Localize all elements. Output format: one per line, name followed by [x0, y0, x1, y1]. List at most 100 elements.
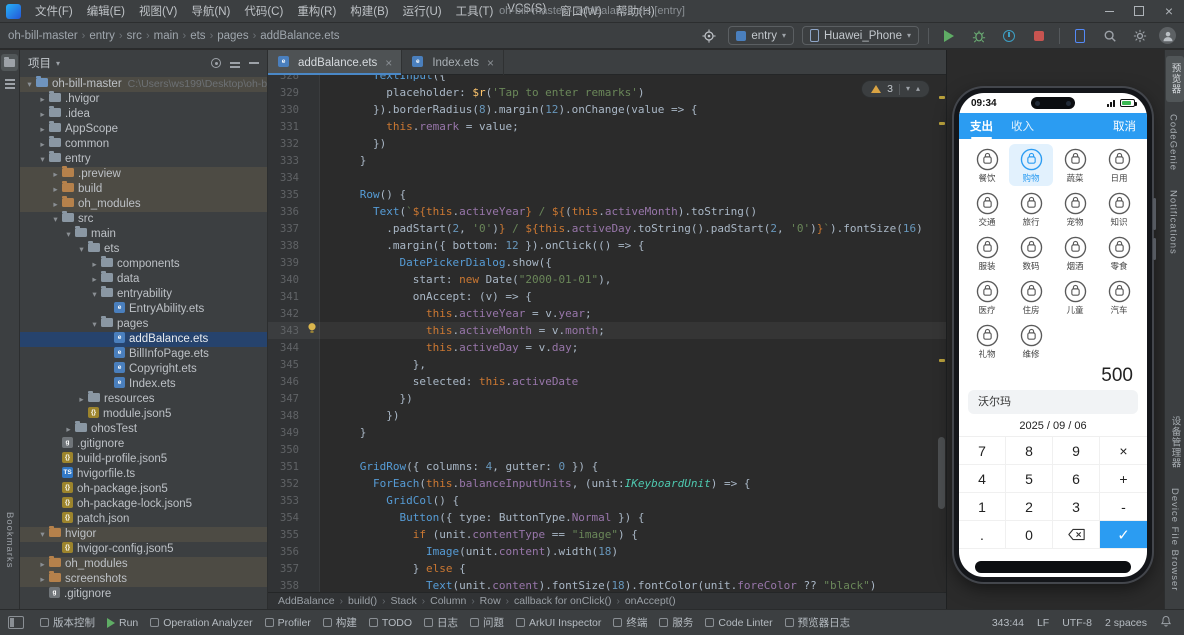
- tree-item[interactable]: e Index.ets: [20, 377, 267, 392]
- category-item[interactable]: 知识: [1097, 188, 1141, 230]
- tree-chevron-icon[interactable]: ▸: [50, 167, 61, 182]
- editor-tab[interactable]: e addBalance.ets ×: [268, 50, 403, 75]
- code-line[interactable]: 357 } else {: [268, 560, 946, 577]
- category-item[interactable]: 汽车: [1097, 276, 1141, 318]
- tree-item[interactable]: e addBalance.ets: [20, 332, 267, 347]
- keypad-key-3[interactable]: 3: [1053, 493, 1100, 521]
- code-line[interactable]: 344 this.activeDay = v.day;: [268, 339, 946, 356]
- category-item[interactable]: 礼物: [965, 320, 1009, 362]
- tool-window-button[interactable]: 构建: [317, 610, 363, 635]
- right-tool-tab[interactable]: Device File Browser: [1167, 481, 1182, 598]
- menu-item[interactable]: 视图(V): [132, 1, 184, 21]
- tool-window-button[interactable]: 日志: [418, 610, 464, 635]
- category-item[interactable]: 维修: [1009, 320, 1053, 362]
- tool-window-button[interactable]: Operation Analyzer: [144, 610, 258, 635]
- tree-item[interactable]: ▸ resources: [20, 391, 267, 407]
- breadcrumb-item[interactable]: oh-bill-master: [8, 30, 78, 42]
- tree-chevron-icon[interactable]: ▾: [24, 77, 35, 92]
- tree-chevron-icon[interactable]: ▸: [50, 182, 61, 197]
- keypad-key-5[interactable]: 5: [1006, 465, 1053, 493]
- code-line[interactable]: 329 placeholder: $r('Tap to enter remark…: [268, 84, 946, 101]
- bookmarks-tab[interactable]: Bookmarks: [4, 512, 15, 569]
- right-tool-tab[interactable]: Notifications: [1166, 183, 1181, 262]
- device-selector[interactable]: Huawei_Phone ▾: [801, 26, 919, 45]
- code-line[interactable]: 341 onAccept: (v) => {: [268, 288, 946, 305]
- tree-item[interactable]: e Copyright.ets: [20, 362, 267, 377]
- code-line[interactable]: 328 TextInput({: [268, 75, 946, 84]
- tree-item[interactable]: {} oh-package.json5: [20, 482, 267, 497]
- menu-item[interactable]: 重构(R): [290, 1, 343, 21]
- tree-item[interactable]: ▾ oh-bill-master C:\Users\ws199\Desktop\oh…: [20, 76, 267, 92]
- next-problem-icon[interactable]: ▾: [906, 85, 910, 93]
- tree-item[interactable]: ▾ pages: [20, 316, 267, 332]
- code-breadcrumb-item[interactable]: onAccept(): [625, 595, 676, 607]
- category-item[interactable]: 烟酒: [1053, 232, 1097, 274]
- tree-item[interactable]: {} build-profile.json5: [20, 452, 267, 467]
- scrollbar-thumb[interactable]: [938, 436, 945, 510]
- project-panel-title[interactable]: 项目: [28, 55, 51, 71]
- tool-window-button[interactable]: 问题: [464, 610, 510, 635]
- code-line[interactable]: 356 Image(unit.content).width(18): [268, 543, 946, 560]
- user-avatar[interactable]: [1159, 27, 1176, 44]
- tool-window-button[interactable]: 服务: [653, 610, 699, 635]
- menu-item[interactable]: 代码(C): [237, 1, 290, 21]
- keypad-key-×[interactable]: ×: [1100, 437, 1147, 465]
- tree-item[interactable]: ▸ oh_modules: [20, 196, 267, 212]
- structure-tool-button[interactable]: [1, 75, 18, 92]
- category-item[interactable]: 数码: [1009, 232, 1053, 274]
- keypad-key-0[interactable]: 0: [1006, 521, 1053, 549]
- right-tool-tab[interactable]: 设备管理器: [1166, 409, 1184, 476]
- keypad-key-7[interactable]: 7: [959, 437, 1006, 465]
- code-line[interactable]: 358 Text(unit.content).fontSize(18).font…: [268, 577, 946, 592]
- editor-tab[interactable]: e Index.ets ×: [402, 50, 504, 75]
- tree-chevron-icon[interactable]: ▸: [89, 272, 100, 287]
- tree-item[interactable]: {} patch.json: [20, 512, 267, 527]
- code-line[interactable]: 339 DatePickerDialog.show({: [268, 254, 946, 271]
- debug-button[interactable]: [968, 26, 990, 46]
- tool-window-button[interactable]: ArkUI Inspector: [510, 610, 607, 635]
- tree-item[interactable]: ▸ oh_modules: [20, 556, 267, 572]
- tree-chevron-icon[interactable]: ▾: [50, 212, 61, 227]
- keypad-key-4[interactable]: 4: [959, 465, 1006, 493]
- hide-panel-icon[interactable]: [249, 62, 259, 64]
- warning-stripe-mark[interactable]: [939, 95, 945, 99]
- category-item[interactable]: 日用: [1097, 144, 1141, 186]
- stop-button[interactable]: [1028, 26, 1050, 46]
- settings-button[interactable]: [1129, 26, 1151, 46]
- close-button[interactable]: ×: [1154, 0, 1184, 22]
- tab-income[interactable]: 收入: [1011, 118, 1034, 134]
- code-line[interactable]: 334: [268, 169, 946, 186]
- category-item[interactable]: 餐饮: [965, 144, 1009, 186]
- code-breadcrumb-item[interactable]: AddBalance: [278, 595, 335, 607]
- tree-item[interactable]: TS hvigorfile.ts: [20, 467, 267, 482]
- tree-item[interactable]: ▸ AppScope: [20, 121, 267, 137]
- search-everywhere-button[interactable]: [1099, 26, 1121, 46]
- code-breadcrumb-item[interactable]: callback for onClick(): [514, 595, 611, 607]
- project-tool-button[interactable]: [1, 54, 18, 71]
- menu-item[interactable]: 构建(B): [343, 1, 395, 21]
- tree-item[interactable]: ▸ ohosTest: [20, 421, 267, 437]
- tree-item[interactable]: e BillInfoPage.ets: [20, 347, 267, 362]
- tree-item[interactable]: ▾ ets: [20, 241, 267, 257]
- inspection-widget[interactable]: 3 ▾ ▴: [861, 80, 930, 98]
- category-item[interactable]: 儿童: [1053, 276, 1097, 318]
- tool-window-button[interactable]: 版本控制: [34, 610, 101, 635]
- tool-window-switcher-icon[interactable]: [8, 616, 24, 629]
- tool-window-button[interactable]: Profiler: [259, 610, 317, 635]
- tool-window-button[interactable]: TODO: [363, 610, 418, 635]
- keypad-key-6[interactable]: 6: [1053, 465, 1100, 493]
- tree-item[interactable]: g .gitignore: [20, 437, 267, 452]
- tab-close-icon[interactable]: ×: [487, 56, 494, 70]
- status-info[interactable]: LF: [1037, 617, 1049, 629]
- code-line[interactable]: 331 this.remark = value;: [268, 118, 946, 135]
- module-selector[interactable]: entry ▾: [728, 26, 794, 45]
- status-info[interactable]: 2 spaces: [1105, 617, 1147, 629]
- menu-item[interactable]: 运行(U): [396, 1, 449, 21]
- tree-item[interactable]: ▸ data: [20, 271, 267, 287]
- code-line[interactable]: 350: [268, 441, 946, 458]
- tree-chevron-icon[interactable]: ▸: [76, 392, 87, 407]
- keypad-key-+[interactable]: +: [1100, 465, 1147, 493]
- keypad-key-9[interactable]: 9: [1053, 437, 1100, 465]
- code-line[interactable]: 354 Button({ type: ButtonType.Normal }) …: [268, 509, 946, 526]
- code-line[interactable]: 337 .padStart(2, '0')} / ${this.activeDa…: [268, 220, 946, 237]
